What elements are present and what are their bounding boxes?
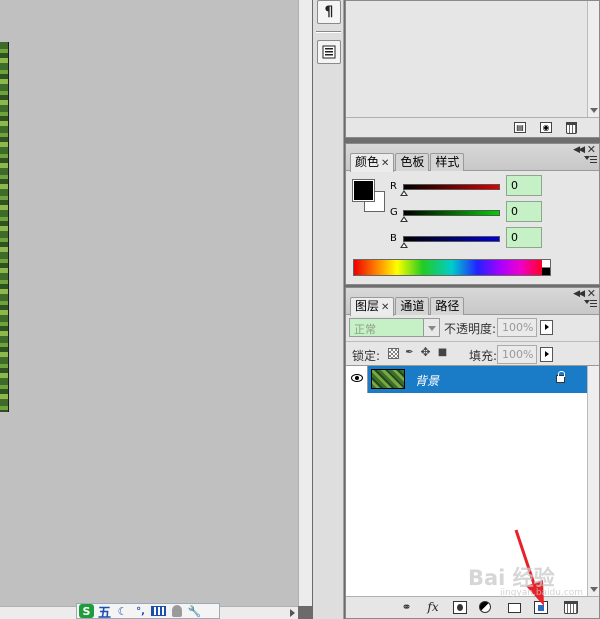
keyboard-icon[interactable] [151,604,166,618]
lock-icon [556,371,565,383]
tab-paths[interactable]: 路径 [430,297,465,315]
trash-icon[interactable] [566,121,577,134]
lock-brush-icon[interactable]: ✒ [404,348,415,359]
red-slider[interactable] [403,184,500,190]
tab-color[interactable]: 颜色 ✕ [350,153,395,172]
scroll-down-arrow-icon[interactable] [590,108,598,113]
green-slider[interactable] [403,210,500,216]
moon-icon[interactable]: ☾ [115,604,130,618]
lock-move-icon[interactable]: ✥ [420,346,431,359]
character-panel-button[interactable] [317,40,341,64]
panel-header: ◀◀ ✕ 图层 ✕ 通道 路径 [346,287,599,316]
ime-mode[interactable]: 五 [97,604,112,619]
layer-style-fx-icon[interactable]: fx [426,601,440,614]
panels-column: ▤ ◉ ◀◀ ✕ 颜色 ✕ 色板 样式 R 0 G 0 B 0 ◀◀ ✕ 图层 … [345,0,600,619]
opacity-input[interactable]: 100% [497,318,537,337]
tab-label: 颜色 [355,155,380,169]
color-panel: ◀◀ ✕ 颜色 ✕ 色板 样式 R 0 G 0 B 0 [345,143,600,285]
panel-header: ◀◀ ✕ 颜色 ✕ 色板 样式 [346,143,599,172]
document-lines-icon [322,45,336,59]
layer-row[interactable]: 背景 [346,366,587,393]
link-layers-icon[interactable]: ⚭ [398,601,412,614]
tab-styles[interactable]: 样式 [430,153,465,171]
green-channel-label: G [390,207,398,218]
blue-value-input[interactable]: 0 [506,227,542,248]
blue-slider[interactable] [403,236,500,242]
blue-slider-thumb[interactable] [400,242,408,248]
foreground-color-swatch[interactable] [352,179,375,202]
camera-snapshot-icon[interactable]: ◉ [540,122,552,133]
panel-dock: ¶ [313,0,344,619]
paragraph-panel-button[interactable]: ¶ [317,0,341,24]
lock-transparency-icon[interactable] [388,348,399,359]
adjustment-layer-icon[interactable] [479,601,491,613]
dock-separator [316,31,341,33]
document-image[interactable] [0,42,9,412]
layer-name[interactable]: 背景 [415,372,439,389]
new-document-from-state-icon[interactable]: ▤ [514,122,526,133]
history-panel: ▤ ◉ [345,0,600,138]
black-white-swatch[interactable] [542,260,550,275]
chevron-down-icon[interactable] [423,318,440,337]
collapse-icon[interactable]: ◀◀ [573,145,585,155]
red-value-input[interactable]: 0 [506,175,542,196]
eye-icon [351,374,363,382]
delete-layer-trash-icon[interactable] [564,601,578,614]
watermark-url: jingyan.baidu.com [500,588,584,598]
panel-footer: ▤ ◉ [346,117,599,137]
tab-close-icon[interactable]: ✕ [381,158,389,169]
color-spectrum-bar[interactable] [353,259,551,276]
layer-list-scrollbar[interactable] [587,366,599,596]
panel-scrollbar[interactable] [587,1,599,117]
layer-thumbnail [371,369,405,389]
tab-channels[interactable]: 通道 [395,297,430,315]
fill-slider-button[interactable] [540,347,553,362]
tab-close-icon[interactable]: ✕ [381,302,389,313]
tab-swatches[interactable]: 色板 [395,153,430,171]
sogou-logo-icon[interactable]: S [79,604,94,618]
blue-channel-label: B [390,233,397,244]
fill-label: 填充: [469,349,498,363]
ime-toolbar: S 五 ☾ °, 🔧 [76,603,220,619]
layers-footer: ⚭ fx [346,596,599,618]
collapse-icon[interactable]: ◀◀ [573,289,585,299]
canvas-vertical-scrollbar[interactable] [298,0,312,606]
lock-all-icon[interactable]: ■ [437,348,448,359]
add-mask-icon[interactable] [453,601,467,614]
panel-menu-icon[interactable] [584,299,597,311]
lock-label: 锁定: [352,349,381,363]
tab-layers[interactable]: 图层 ✕ [350,297,395,316]
green-slider-thumb[interactable] [400,216,408,222]
scroll-right-arrow-icon[interactable] [290,609,295,617]
canvas-area[interactable] [0,0,298,606]
opacity-label: 不透明度: [444,322,497,336]
green-value-input[interactable]: 0 [506,201,542,222]
user-icon[interactable] [169,604,184,618]
visibility-toggle[interactable] [346,366,368,393]
red-channel-label: R [390,181,397,192]
wrench-icon[interactable]: 🔧 [187,604,202,618]
tab-label: 图层 [355,299,380,313]
panel-menu-icon[interactable] [584,155,597,167]
fill-input[interactable]: 100% [497,345,537,364]
red-slider-thumb[interactable] [400,190,408,196]
opacity-slider-button[interactable] [540,320,553,335]
punctuation-icon[interactable]: °, [133,604,148,618]
divider [346,341,599,342]
